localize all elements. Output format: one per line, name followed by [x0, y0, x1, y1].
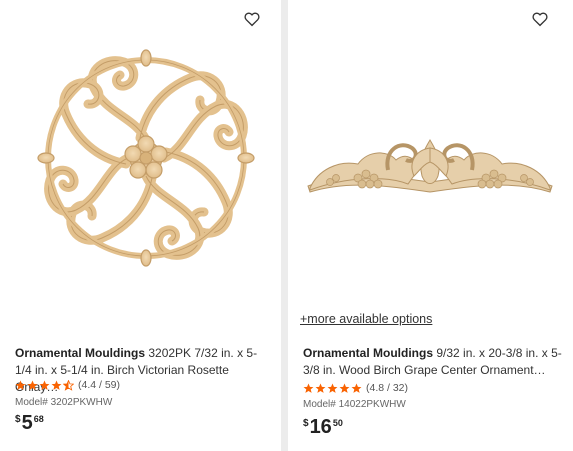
star-icon	[303, 383, 314, 393]
product-card[interactable]: +more available options Ornamental Mould…	[288, 0, 573, 451]
rating[interactable]: (4.4 / 59)	[15, 379, 120, 391]
price-dollars: 16	[309, 416, 332, 438]
product-title[interactable]: Ornamental Mouldings 9/32 in. x 20-3/8 i…	[303, 345, 565, 379]
star-icon	[315, 383, 326, 393]
star-icon	[27, 380, 38, 390]
price-currency: $	[303, 418, 309, 429]
price-cents: 50	[332, 418, 343, 428]
price: $ 5 68	[15, 412, 44, 434]
model-number: Model# 14022PKWHW	[303, 399, 406, 410]
model-number: Model# 3202PKWHW	[15, 397, 113, 408]
grape-center-ornament-image[interactable]	[288, 0, 573, 300]
rating-count: (4.8 / 32)	[366, 382, 409, 394]
brand-name: Ornamental Mouldings	[303, 346, 434, 360]
brand-name: Ornamental Mouldings	[15, 346, 146, 360]
star-icon	[39, 380, 50, 390]
star-icon	[351, 383, 362, 393]
product-grid: Ornamental Mouldings 3202PK 7/32 in. x 5…	[0, 0, 573, 451]
price-dollars: 5	[21, 412, 33, 434]
star-rating	[15, 379, 74, 391]
price-currency: $	[15, 414, 21, 425]
star-rating	[303, 383, 362, 394]
rating-count: (4.4 / 59)	[78, 379, 121, 391]
star-icon	[15, 380, 26, 390]
heart-icon[interactable]	[531, 10, 549, 28]
star-icon	[51, 380, 62, 390]
more-options-link[interactable]: +more available options	[300, 312, 432, 326]
star-icon	[327, 383, 338, 393]
half-star-icon	[63, 379, 74, 391]
price-cents: 68	[33, 414, 44, 424]
price: $ 16 50	[303, 416, 343, 438]
rosette-onlay-image[interactable]	[0, 0, 281, 300]
heart-icon[interactable]	[243, 10, 261, 28]
star-icon	[339, 383, 350, 393]
rating[interactable]: (4.8 / 32)	[303, 382, 408, 394]
product-card[interactable]: Ornamental Mouldings 3202PK 7/32 in. x 5…	[0, 0, 281, 451]
